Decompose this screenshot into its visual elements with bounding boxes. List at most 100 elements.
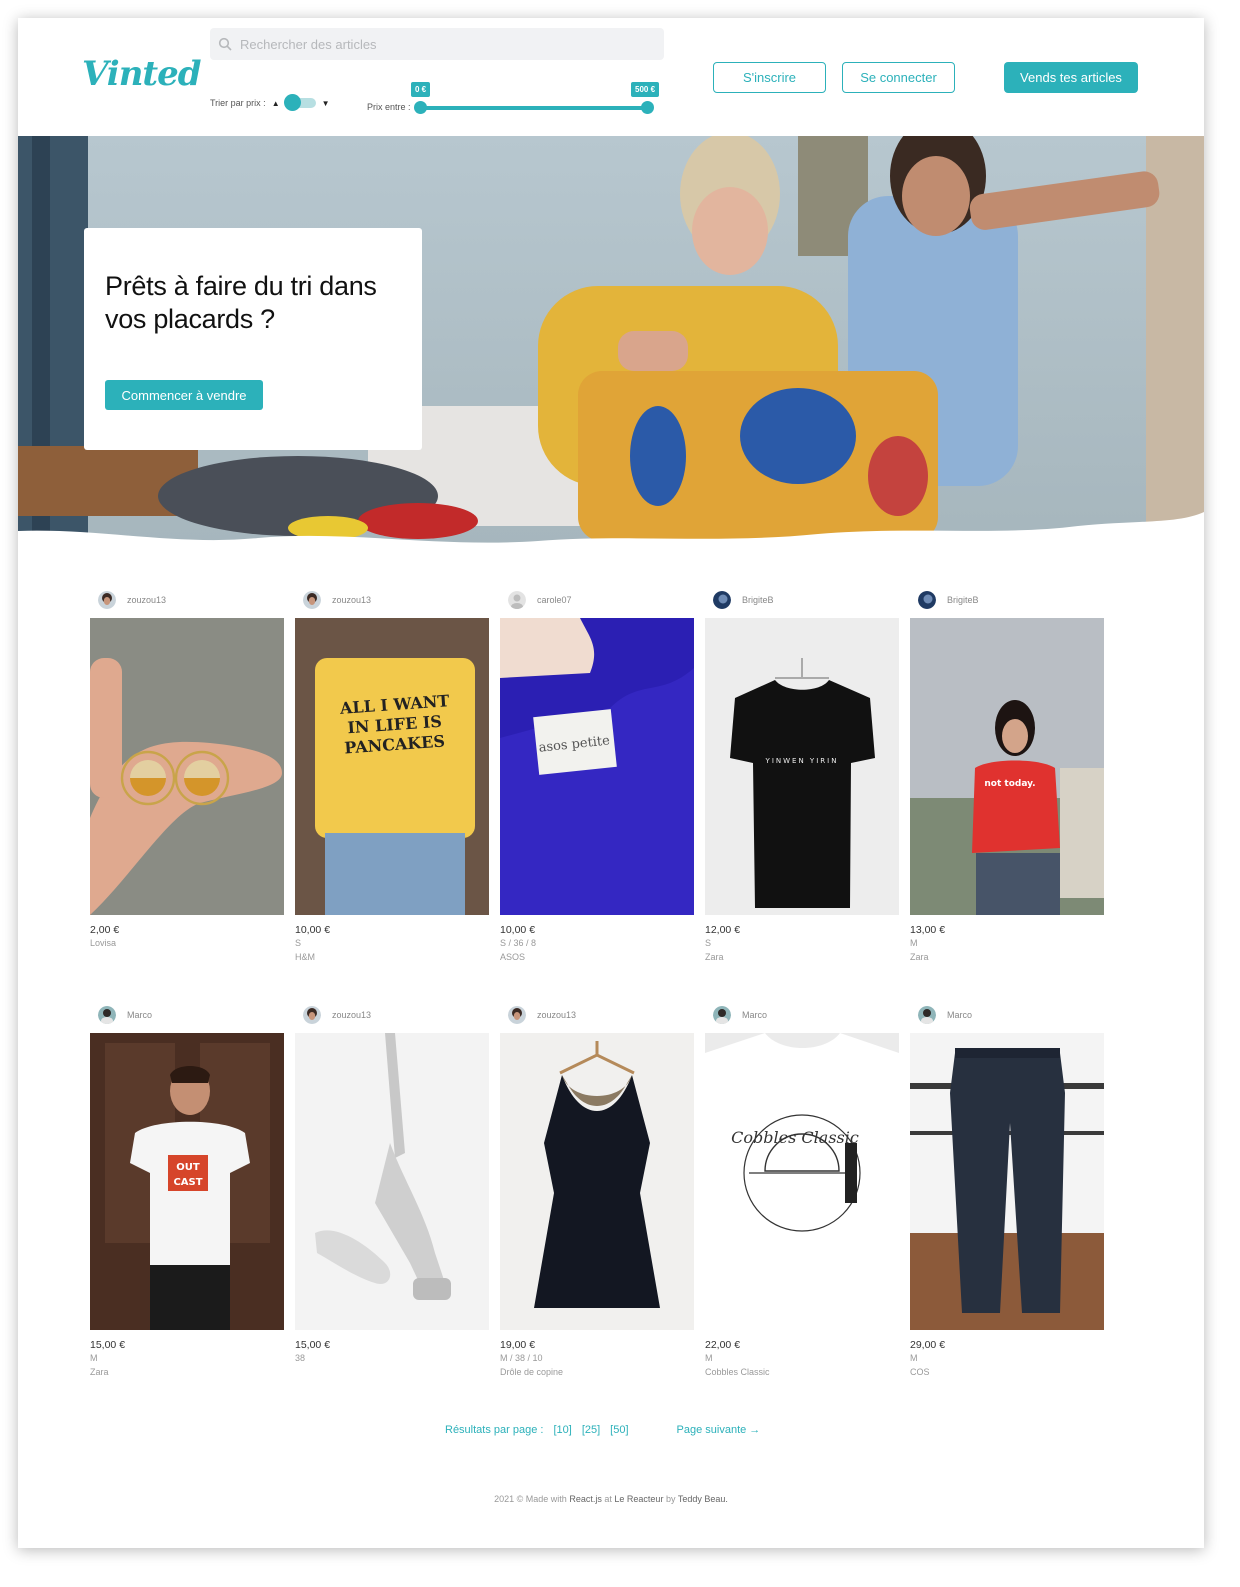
product-size: M — [90, 1353, 98, 1363]
avatar — [713, 1006, 731, 1024]
product-card[interactable]: Marco 29,00 € M COS — [910, 1003, 1104, 1418]
avatar — [303, 1006, 321, 1024]
seller-username: zouzou13 — [537, 1010, 577, 1020]
product-price: 19,00 € — [500, 1339, 536, 1351]
product-brand: ASOS — [500, 952, 526, 962]
product-card[interactable]: BrigiteB not today. 13,00 € M Zara — [910, 588, 1104, 1003]
product-grid: zouzou13 2,00 € Lovisa zouzou13 ALL I WA… — [90, 588, 1110, 1418]
sort-label: Trier par prix : — [210, 98, 266, 108]
product-card[interactable]: zouzou13 ALL I WANT IN LIFE IS PANCAKES … — [295, 588, 489, 1003]
product-brand: Drôle de copine — [500, 1367, 564, 1377]
product-brand: Zara — [705, 952, 724, 962]
svg-text:not today.: not today. — [984, 779, 1035, 789]
pagination: Résultats par page : [10] [25] [50] Page… — [445, 1424, 770, 1436]
per-page-50[interactable]: [50] — [610, 1424, 628, 1436]
product-size: M — [910, 938, 918, 948]
product-price: 12,00 € — [705, 924, 741, 936]
product-price: 15,00 € — [295, 1339, 331, 1351]
product-card[interactable]: Marco Cobbles Classic 22,00 € M Cobbles … — [705, 1003, 899, 1418]
svg-text:CAST: CAST — [173, 1177, 202, 1188]
product-card[interactable]: Marco OUT CAST 15,00 € M Zara — [90, 1003, 284, 1418]
product-image[interactable] — [90, 618, 284, 915]
product-brand: Zara — [90, 1367, 109, 1377]
avatar — [98, 591, 116, 609]
seller[interactable]: BrigiteB — [910, 588, 1104, 612]
per-page-25[interactable]: [25] — [582, 1424, 600, 1436]
product-price: 29,00 € — [910, 1339, 946, 1351]
product-card[interactable]: carole07 asos petite 10,00 € S / 36 / 8 … — [500, 588, 694, 1003]
seller[interactable]: BrigiteB — [705, 588, 899, 612]
product-brand: Zara — [910, 952, 929, 962]
footer-school[interactable]: Le Reacteur — [614, 1494, 663, 1504]
seller[interactable]: Marco — [90, 1003, 284, 1027]
price-range-label: Prix entre : — [367, 102, 411, 112]
search-bar[interactable] — [210, 28, 664, 60]
product-image[interactable] — [295, 1033, 489, 1330]
price-max-handle[interactable] — [641, 101, 654, 114]
start-selling-button[interactable]: Commencer à vendre — [105, 380, 263, 410]
next-page-link[interactable]: Page suivante → — [677, 1424, 761, 1436]
header: Vinted Trier par prix : ▲ ▼ Prix entre :… — [18, 18, 1204, 136]
sort-asc-icon[interactable]: ▲ — [272, 99, 280, 108]
product-row: zouzou13 2,00 € Lovisa zouzou13 ALL I WA… — [90, 588, 1110, 1003]
seller[interactable]: zouzou13 — [295, 1003, 489, 1027]
seller-username: BrigiteB — [742, 595, 774, 605]
seller[interactable]: carole07 — [500, 588, 694, 612]
signup-button[interactable]: S'inscrire — [713, 62, 826, 93]
footer: 2021 © Made with React.js at Le Reacteur… — [18, 1494, 1204, 1504]
price-min-handle[interactable] — [414, 101, 427, 114]
product-image[interactable]: not today. — [910, 618, 1104, 915]
avatar — [508, 1006, 526, 1024]
svg-text:OUT: OUT — [176, 1162, 200, 1173]
hero-card: Prêts à faire du tri dans vos placards ?… — [84, 228, 422, 450]
sell-button[interactable]: Vends tes articles — [1004, 62, 1138, 93]
product-card[interactable]: zouzou13 2,00 € Lovisa — [90, 588, 284, 1003]
seller-username: zouzou13 — [127, 595, 167, 605]
product-image[interactable]: ALL I WANT IN LIFE IS PANCAKES — [295, 618, 489, 915]
hero-banner: Prêts à faire du tri dans vos placards ?… — [18, 136, 1204, 548]
product-card[interactable]: BrigiteB YINWEN YIRIN 12,00 € S Zara — [705, 588, 899, 1003]
product-card[interactable]: zouzou13 19,00 € M / 38 / 10 Drôle de co… — [500, 1003, 694, 1418]
product-size: M / 38 / 10 — [500, 1353, 543, 1363]
footer-author[interactable]: Teddy Beau. — [678, 1494, 728, 1504]
seller[interactable]: Marco — [705, 1003, 899, 1027]
product-image[interactable] — [910, 1033, 1104, 1330]
product-image[interactable] — [500, 1033, 694, 1330]
product-price: 10,00 € — [500, 924, 536, 936]
seller[interactable]: zouzou13 — [295, 588, 489, 612]
seller-username: carole07 — [537, 595, 572, 605]
product-image[interactable]: Cobbles Classic — [705, 1033, 899, 1330]
footer-at: at — [604, 1494, 612, 1504]
sort-by-price: Trier par prix : ▲ ▼ — [210, 94, 336, 111]
product-size: S / 36 / 8 — [500, 938, 537, 948]
product-image[interactable]: YINWEN YIRIN — [705, 618, 899, 915]
product-size: Lovisa — [90, 938, 117, 948]
product-size: M — [705, 1353, 713, 1363]
search-input[interactable] — [240, 36, 640, 52]
svg-text:YINWEN YIRIN: YINWEN YIRIN — [765, 757, 839, 765]
product-card[interactable]: zouzou13 15,00 € 38 — [295, 1003, 489, 1418]
seller-username: Marco — [127, 1010, 153, 1020]
product-size: M — [910, 1353, 918, 1363]
search-icon — [218, 37, 232, 51]
login-button[interactable]: Se connecter — [842, 62, 955, 93]
footer-prefix: 2021 © Made with — [494, 1494, 567, 1504]
seller-username: BrigiteB — [947, 595, 979, 605]
per-page-10[interactable]: [10] — [553, 1424, 571, 1436]
price-range-track[interactable] — [420, 106, 648, 110]
product-image[interactable]: OUT CAST — [90, 1033, 284, 1330]
seller[interactable]: Marco — [910, 1003, 1104, 1027]
seller-username: zouzou13 — [332, 1010, 372, 1020]
footer-tech[interactable]: React.js — [569, 1494, 602, 1504]
sort-desc-icon[interactable]: ▼ — [322, 99, 330, 108]
product-size: S — [295, 938, 302, 948]
product-image[interactable]: asos petite — [500, 618, 694, 915]
vinted-logo[interactable]: Vinted — [82, 54, 202, 94]
price-max-tooltip: 500 € — [631, 82, 660, 97]
sort-toggle[interactable] — [283, 94, 316, 111]
footer-by: by — [665, 1494, 676, 1504]
product-row: Marco OUT CAST 15,00 € M Zara zouzou13 1… — [90, 1003, 1110, 1418]
seller[interactable]: zouzou13 — [90, 588, 284, 612]
toggle-knob[interactable] — [283, 94, 301, 111]
seller[interactable]: zouzou13 — [500, 1003, 694, 1027]
